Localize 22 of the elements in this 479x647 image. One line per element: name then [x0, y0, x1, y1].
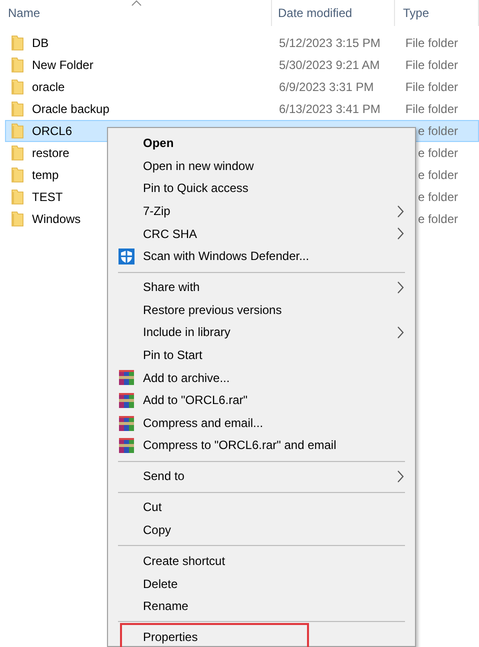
- date-modified: 5/30/2023 9:21 AM: [279, 58, 380, 72]
- file-name: ORCL6: [32, 124, 72, 138]
- file-type: File folder: [405, 36, 458, 50]
- file-name: temp: [32, 168, 59, 182]
- file-type: File folder: [405, 58, 458, 72]
- file-name: DB: [32, 36, 49, 50]
- file-name: New Folder: [32, 58, 94, 72]
- file-name: Windows: [32, 212, 81, 226]
- date-modified: 5/12/2023 3:15 PM: [279, 36, 380, 50]
- file-type: e folder: [418, 168, 458, 182]
- date-modified: 6/9/2023 3:31 PM: [279, 80, 374, 94]
- file-type: File folder: [405, 80, 458, 94]
- file-name: restore: [32, 146, 70, 160]
- file-name: TEST: [32, 190, 63, 204]
- file-type: e folder: [418, 190, 458, 204]
- file-type: File folder: [405, 102, 458, 116]
- file-type: e folder: [418, 212, 458, 226]
- file-type: e folder: [418, 146, 458, 160]
- file-name: oracle: [32, 80, 65, 94]
- file-type: e folder: [418, 124, 458, 138]
- file-name: Oracle backup: [32, 102, 110, 116]
- date-modified: 6/13/2023 3:41 PM: [279, 102, 380, 116]
